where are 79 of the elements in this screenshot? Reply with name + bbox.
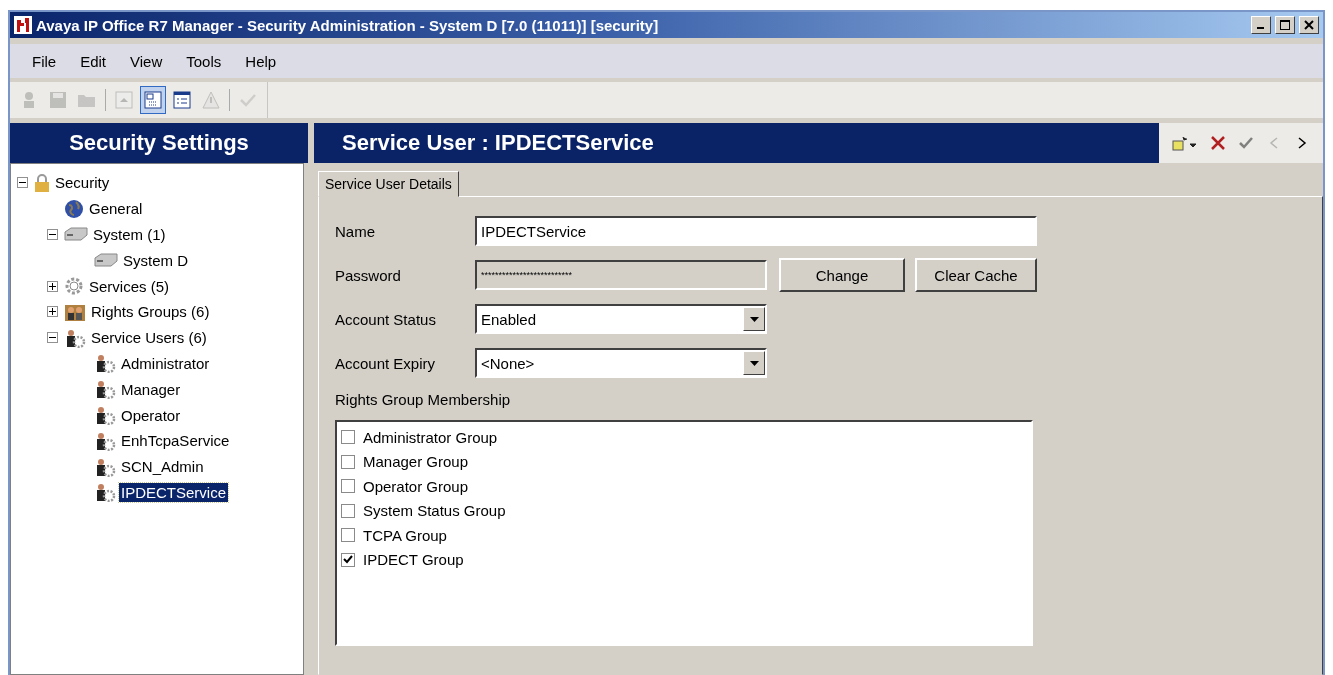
tree-item[interactable]: EnhTcpaService — [119, 431, 232, 451]
sidebar-title: Security Settings — [69, 130, 249, 156]
tree-item[interactable]: General — [87, 199, 145, 219]
collapse-toggle[interactable] — [47, 332, 58, 344]
user-gear-icon — [64, 327, 86, 348]
user-gear-icon — [94, 456, 116, 477]
save-icon — [48, 90, 68, 110]
tree-view-icon — [143, 90, 163, 110]
tree-item[interactable]: Manager — [119, 379, 183, 399]
tree-item[interactable]: Administrator — [119, 353, 212, 373]
tree-item[interactable]: Services (5) — [87, 276, 172, 296]
padlock-icon — [34, 172, 50, 193]
dropdown-arrow-icon — [749, 316, 759, 322]
close-button[interactable] — [1299, 16, 1319, 34]
tree-item[interactable]: System (1) — [91, 225, 168, 244]
tab[interactable]: Service User Details — [318, 171, 459, 197]
name-field[interactable]: IPDECTService — [475, 216, 1037, 246]
maximize-button[interactable] — [1275, 16, 1295, 34]
minimize-button[interactable] — [1251, 16, 1271, 34]
collapse-toggle[interactable] — [47, 229, 58, 240]
checkbox[interactable] — [341, 503, 355, 518]
checkbox[interactable] — [341, 552, 355, 567]
checkbox-label: Operator Group — [363, 477, 469, 495]
app-logo-icon — [14, 16, 32, 34]
minus-icon — [49, 231, 56, 238]
checkbox-label: TCPA Group — [363, 526, 447, 544]
tree-item[interactable]: IPDECTService — [119, 482, 229, 502]
dropdown[interactable]: <None> — [475, 348, 767, 378]
server-icon — [64, 227, 88, 242]
expand-toggle[interactable] — [47, 306, 58, 318]
maximize-icon — [1280, 20, 1290, 30]
checkmark-icon — [343, 555, 353, 565]
menu-item[interactable]: Tools — [176, 50, 232, 72]
checkbox[interactable] — [341, 454, 355, 469]
checkbox-label: IPDECT Group — [363, 551, 464, 569]
menu-item[interactable]: File — [22, 50, 67, 72]
menu-item[interactable]: Edit — [70, 50, 117, 72]
tree-item[interactable]: Rights Groups (6) — [89, 302, 212, 322]
user-gear-icon — [94, 482, 116, 503]
checkbox[interactable] — [341, 430, 355, 445]
toolbar-button[interactable] — [140, 86, 166, 114]
globe-icon — [64, 198, 84, 219]
collapse-toggle[interactable] — [17, 177, 28, 189]
push-button[interactable]: Change — [779, 258, 905, 292]
user-gear-icon — [94, 379, 116, 400]
dropdown-arrow-icon — [749, 360, 759, 366]
tree-item[interactable]: SCN_Admin — [119, 457, 206, 477]
user-gear-icon — [94, 430, 116, 451]
user-gear-icon — [94, 405, 116, 426]
tree-item[interactable]: Security — [53, 173, 112, 193]
field-label: Account Expiry — [335, 354, 437, 372]
tree-item[interactable]: Service Users (6) — [89, 328, 209, 348]
warning-icon — [201, 90, 221, 110]
close-icon — [1304, 20, 1314, 30]
expand-toggle[interactable] — [47, 280, 58, 292]
details-view-icon — [172, 90, 192, 110]
gear-icon — [64, 276, 84, 297]
plus-icon — [49, 308, 56, 316]
menu-item[interactable]: Help — [235, 50, 287, 72]
user-gear-icon — [94, 353, 116, 374]
panel-title: Service User : IPDECTService — [342, 130, 654, 156]
section-label: Rights Group Membership — [335, 391, 512, 408]
tree-item[interactable]: Operator — [119, 405, 183, 425]
checkbox[interactable] — [341, 528, 355, 543]
menu-item[interactable]: View — [120, 50, 173, 72]
window-title: Avaya IP Office R7 Manager - Security Administration - System D [7.0 (11011)] [security] — [36, 16, 660, 34]
up-icon — [114, 90, 134, 110]
checkbox[interactable] — [341, 479, 355, 494]
checkbox-label: Manager Group — [363, 453, 469, 471]
checkbox-label: Administrator Group — [363, 428, 498, 446]
field-label: Name — [335, 222, 376, 240]
field-label: Account Status — [335, 310, 437, 328]
push-button[interactable]: Clear Cache — [915, 258, 1037, 292]
tree-item[interactable]: System D — [121, 250, 190, 270]
checkbox-label: System Status Group — [363, 502, 506, 520]
dropdown[interactable]: Enabled — [475, 304, 767, 334]
plus-icon — [49, 282, 56, 290]
server-icon — [94, 253, 118, 268]
field-label: Password — [335, 266, 402, 284]
